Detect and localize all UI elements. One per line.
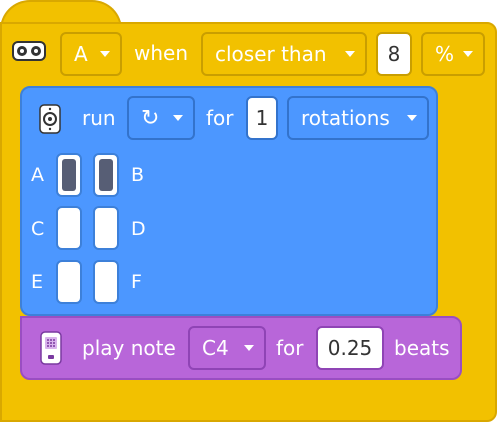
port-a-toggle[interactable] [56, 153, 82, 197]
note-dropdown[interactable]: C4 [188, 326, 266, 370]
port-b-toggle[interactable] [93, 153, 119, 197]
port-label-d: D [131, 218, 146, 240]
condition-value: closer than [215, 42, 327, 66]
port-f-toggle[interactable] [93, 260, 119, 304]
rotation-unit-value: rotations [301, 106, 390, 130]
chevron-down-icon [463, 51, 473, 57]
chevron-down-icon [244, 345, 254, 351]
beats-value: 0.25 [327, 336, 373, 360]
port-e-toggle[interactable] [56, 260, 82, 304]
chevron-down-icon [173, 115, 183, 121]
rotation-unit-dropdown[interactable]: rotations [287, 96, 429, 140]
chevron-down-icon [100, 51, 110, 57]
port-label-a: A [31, 164, 44, 186]
port-label-c: C [31, 218, 45, 240]
rotation-amount-input[interactable]: 1 [246, 96, 278, 140]
clockwise-icon: ↻ [141, 105, 160, 131]
distance-value: 8 [387, 42, 401, 66]
direction-dropdown[interactable]: ↻ [127, 96, 195, 140]
event-port-dropdown[interactable]: A [60, 32, 122, 76]
when-label: when [134, 41, 189, 65]
motor-icon [38, 104, 62, 134]
distance-value-input[interactable]: 8 [376, 32, 412, 76]
chevron-down-icon [345, 51, 355, 57]
beats-input[interactable]: 0.25 [316, 326, 384, 370]
note-value: C4 [202, 336, 229, 360]
port-label-b: B [131, 164, 145, 186]
port-c-toggle[interactable] [56, 206, 82, 250]
beats-label: beats [394, 336, 450, 360]
port-d-toggle[interactable] [93, 206, 119, 250]
distance-sensor-icon [12, 39, 46, 63]
motor-for-label: for [206, 106, 234, 130]
condition-dropdown[interactable]: closer than [201, 32, 367, 76]
port-label-f: F [131, 271, 142, 293]
event-port-value: A [74, 42, 88, 66]
chevron-down-icon [407, 115, 417, 121]
run-label: run [82, 106, 116, 130]
unit-value: % [435, 42, 455, 66]
unit-dropdown[interactable]: % [421, 32, 485, 76]
hub-speaker-icon [39, 331, 63, 365]
play-note-label: play note [82, 336, 176, 360]
sound-for-label: for [276, 336, 304, 360]
port-label-e: E [31, 271, 44, 293]
rotation-amount: 1 [255, 106, 269, 130]
